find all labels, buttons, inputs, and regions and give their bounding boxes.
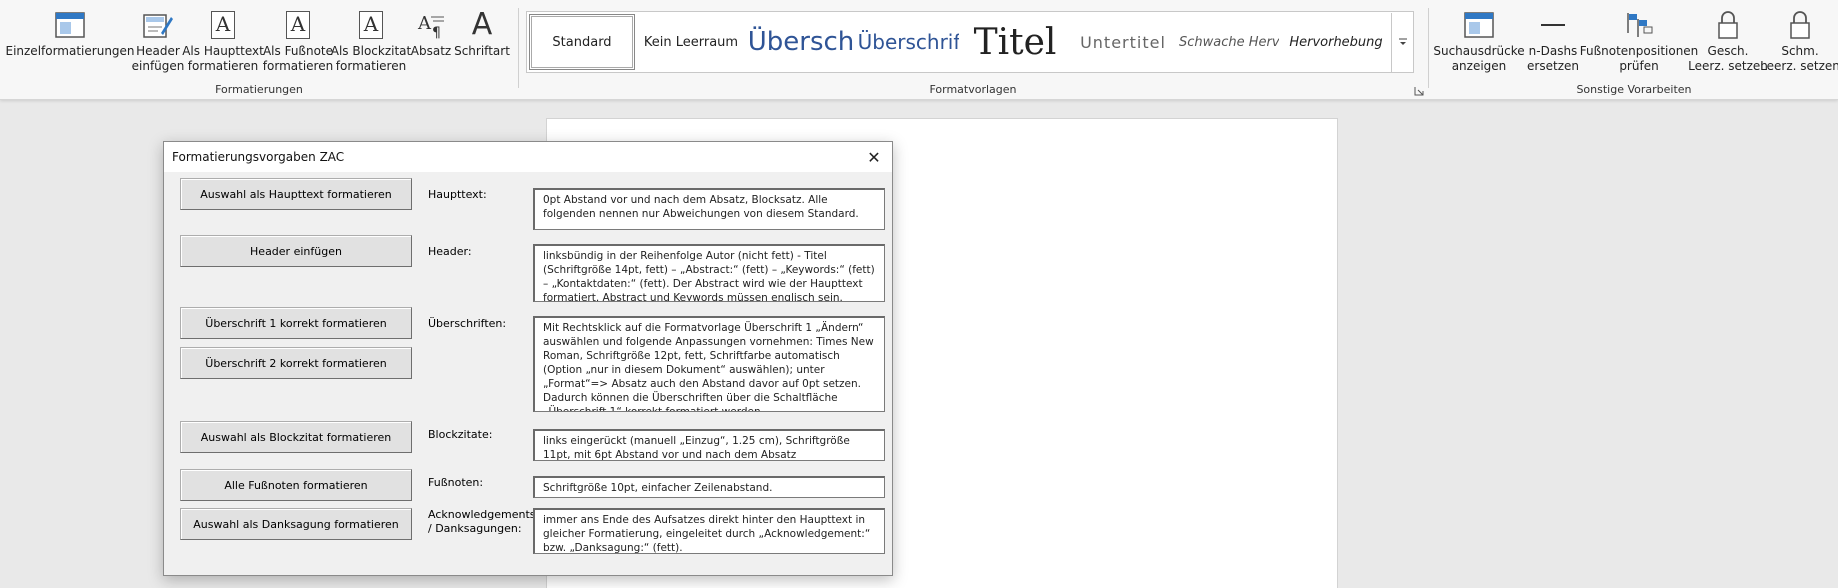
format-a-icon: A <box>286 8 310 42</box>
format-blockquote-button[interactable]: A Als Blockzitat formatieren <box>331 8 411 74</box>
svg-text:A: A <box>417 13 432 34</box>
format-footnotes-button[interactable]: Alle Fußnoten formatieren <box>180 469 412 501</box>
header-textbox[interactable]: linksbündig in der Reihenfolge Autor (ni… <box>533 244 885 302</box>
group-label-formatvorlagen: Formatvorlagen <box>929 83 1017 96</box>
dialog-title: Formatierungsvorgaben ZAC <box>172 150 345 164</box>
format-main-text-button[interactable]: A Als Haupttext formatieren <box>182 8 264 74</box>
label-fussnoten: Fußnoten: <box>428 476 484 489</box>
svg-text:¶: ¶ <box>432 25 441 39</box>
haupttext-textbox[interactable]: 0pt Abstand vor und nach dem Absatz, Blo… <box>533 188 885 230</box>
lock-icon <box>1716 8 1740 42</box>
protected-space-button[interactable]: Gesch. Leerz. setzen <box>1688 8 1768 74</box>
dialog-titlebar: Formatierungsvorgaben ZAC ✕ <box>164 142 892 172</box>
font-button[interactable]: A Schriftart <box>454 7 510 59</box>
format-blockquote-dialog-button[interactable]: Auswahl als Blockzitat formatieren <box>180 421 412 453</box>
blockzitate-textbox[interactable]: links eingerückt (manuell „Einzug“, 1.25… <box>533 429 885 461</box>
format-footnote-button[interactable]: A Als Fußnote formatieren <box>263 8 333 74</box>
gallery-more-icon <box>1397 36 1409 51</box>
label-blockzitate: Blockzitate: <box>428 428 493 441</box>
style-no-spacing[interactable]: Kein Leerraum <box>639 14 743 70</box>
paragraph-button[interactable]: A ¶ Absatz <box>410 8 452 59</box>
header-insert-button[interactable]: Header einfügen <box>132 8 184 74</box>
insert-header-dialog-button[interactable]: Header einfügen <box>180 235 412 267</box>
header-insert-icon <box>143 8 173 42</box>
single-format-button[interactable]: Einzelformatierungen <box>5 8 135 59</box>
show-search-terms-button[interactable]: Suchausdrücke anzeigen <box>1433 8 1525 74</box>
style-emphasis[interactable]: Hervorhebung <box>1281 14 1391 70</box>
label-haupttext: Haupttext: <box>428 188 487 201</box>
group-separator <box>1428 8 1429 88</box>
format-a-icon: A <box>211 8 235 42</box>
group-formatierungen: Einzelformatierungen Header einfügen A A… <box>0 4 518 98</box>
format-a-icon: A <box>359 8 383 42</box>
style-standard[interactable]: Standard <box>529 14 635 70</box>
group-sonstige-vorarbeiten: Suchausdrücke anzeigen n-Dashs ersetzen … <box>1430 4 1838 98</box>
style-gallery: Standard Kein Leerraum Übersch Überschri… <box>526 11 1414 73</box>
danksagung-textbox[interactable]: immer ans Ende des Aufsatzes direkt hint… <box>533 508 885 554</box>
close-icon: ✕ <box>867 147 881 167</box>
search-terms-icon <box>1464 8 1494 42</box>
group-separator <box>518 8 519 88</box>
label-ueberschriften: Überschriften: <box>428 317 507 330</box>
dialog-launcher-icon <box>1414 87 1424 99</box>
style-heading-2[interactable]: Überschrif <box>859 14 959 70</box>
lock-icon <box>1788 8 1812 42</box>
dialog-launcher-button[interactable] <box>1414 86 1424 99</box>
style-title[interactable]: Titel <box>963 14 1067 70</box>
label-ack-line-1: Acknowledgements <box>428 508 536 521</box>
dash-icon <box>1538 8 1568 42</box>
label-acknowledgements: Acknowledgements / Danksagungen: <box>428 508 536 536</box>
format-main-text-dialog-button[interactable]: Auswahl als Haupttext formatieren <box>180 178 412 210</box>
style-subtle-emphasis[interactable]: Schwache Herv <box>1179 14 1279 70</box>
footnote-positions-icon <box>1624 8 1654 42</box>
ueberschriften-textbox[interactable]: Mit Rechtsklick auf die Formatvorlage Üb… <box>533 316 885 412</box>
replace-ndash-button[interactable]: n-Dashs ersetzen <box>1527 8 1579 74</box>
label-ack-line-2: / Danksagungen: <box>428 522 522 535</box>
close-button[interactable]: ✕ <box>864 147 884 167</box>
check-footnote-positions-button[interactable]: Fußnotenpositionen prüfen <box>1580 8 1698 74</box>
label-header: Header: <box>428 245 472 258</box>
ribbon: Einzelformatierungen Header einfügen A A… <box>0 0 1838 100</box>
format-heading-1-button[interactable]: Überschrift 1 korrekt formatieren <box>180 307 412 339</box>
format-acknowledgement-button[interactable]: Auswahl als Danksagung formatieren <box>180 508 412 540</box>
narrow-space-button[interactable]: Schm. Leerz. setzen <box>1760 8 1838 74</box>
single-format-icon <box>55 8 85 42</box>
group-label-sonstige: Sonstige Vorarbeiten <box>1576 83 1692 96</box>
gallery-more-button[interactable] <box>1391 13 1413 73</box>
style-subtitle[interactable]: Untertitel <box>1071 14 1175 70</box>
font-icon: A <box>471 7 493 42</box>
style-heading-1[interactable]: Übersch <box>747 14 855 70</box>
formatting-dialog: Formatierungsvorgaben ZAC ✕ Auswahl als … <box>163 141 893 576</box>
group-label-formatierungen: Formatierungen <box>215 83 303 96</box>
format-heading-2-button[interactable]: Überschrift 2 korrekt formatieren <box>180 347 412 379</box>
paragraph-icon: A ¶ <box>416 8 446 42</box>
fussnoten-textbox[interactable]: Schriftgröße 10pt, einfacher Zeilenabsta… <box>533 476 885 498</box>
